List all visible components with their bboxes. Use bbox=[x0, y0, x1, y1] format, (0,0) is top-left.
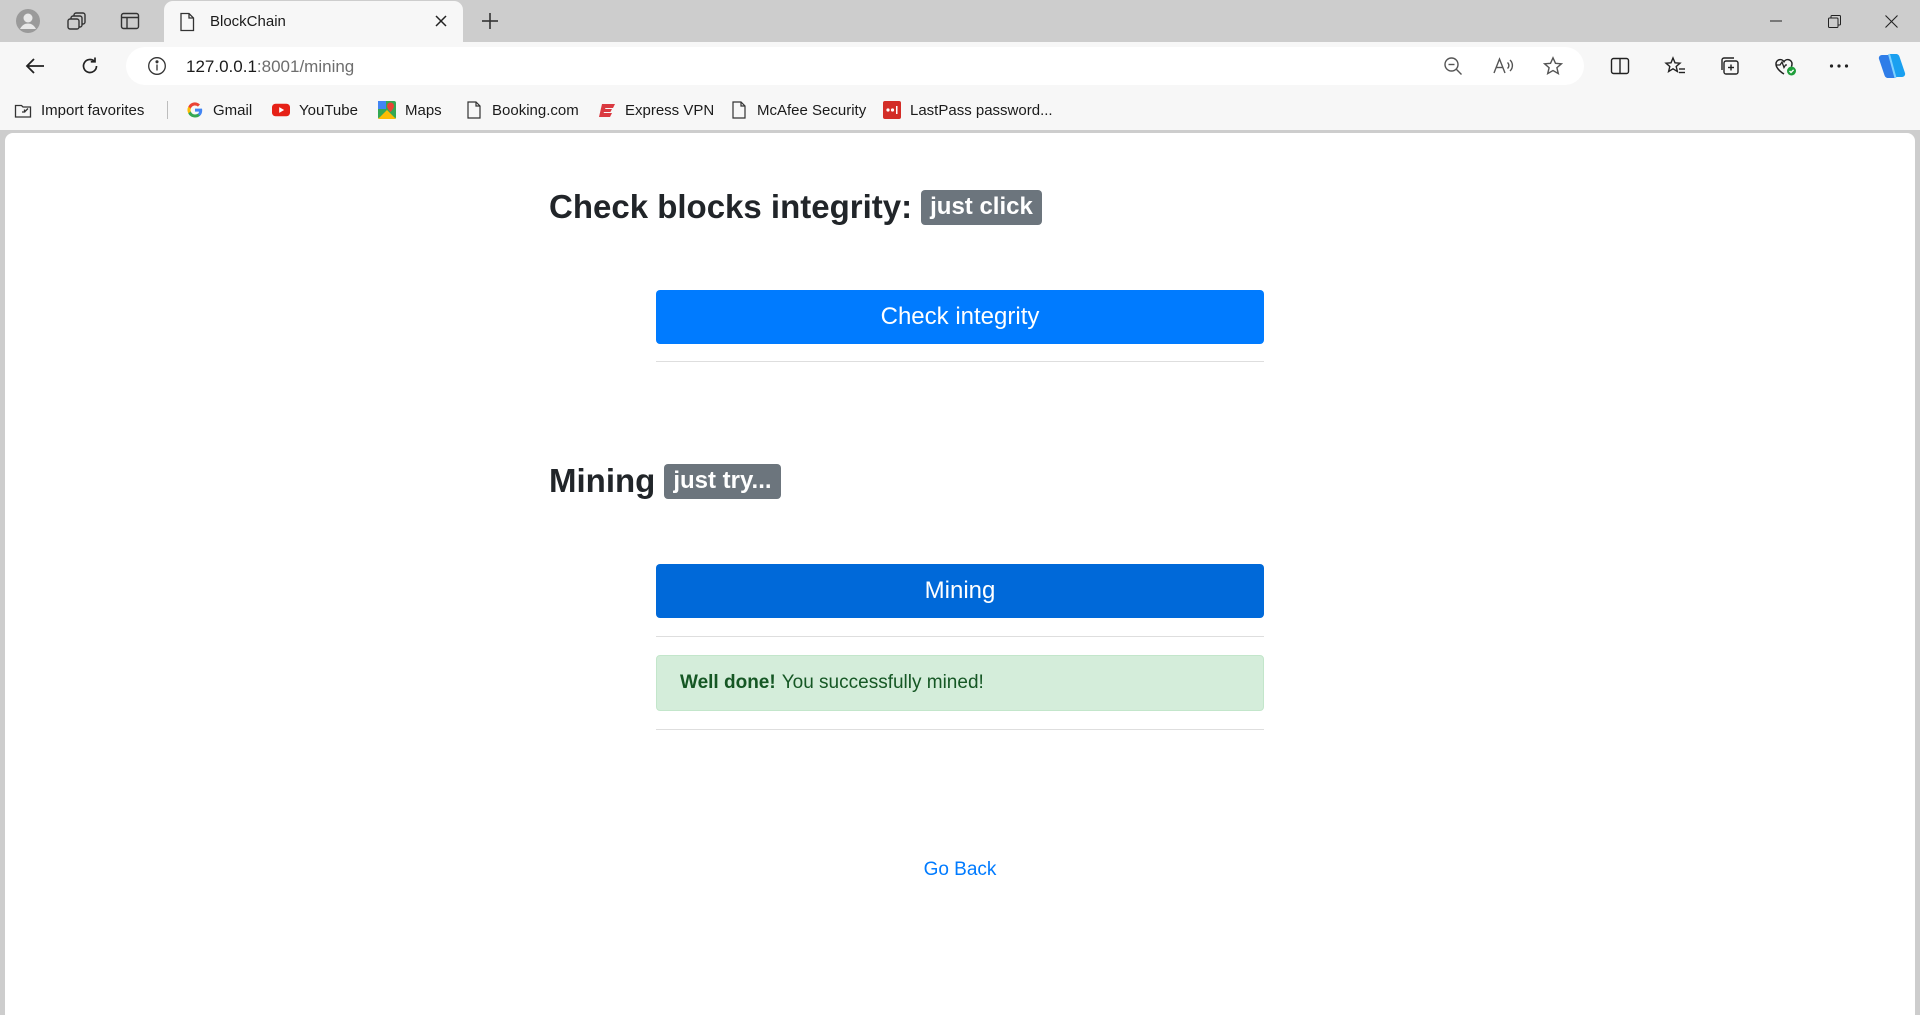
favorite-maps[interactable]: Maps bbox=[378, 100, 442, 120]
favorite-label: McAfee Security bbox=[757, 101, 867, 119]
divider bbox=[656, 636, 1264, 637]
favorites-separator bbox=[167, 101, 168, 119]
tab-title: BlockChain bbox=[210, 13, 286, 30]
profile-icon[interactable] bbox=[14, 8, 42, 34]
vertical-tabs-icon[interactable] bbox=[116, 8, 144, 34]
divider bbox=[656, 361, 1264, 362]
new-tab-button[interactable] bbox=[476, 8, 504, 34]
split-screen-icon[interactable] bbox=[1603, 50, 1637, 82]
import-icon bbox=[14, 101, 32, 119]
browser-essentials-icon[interactable] bbox=[1768, 50, 1802, 82]
back-button[interactable] bbox=[18, 50, 52, 82]
alert-message: You successfully mined! bbox=[781, 672, 984, 693]
read-aloud-icon[interactable] bbox=[1488, 53, 1518, 79]
divider bbox=[656, 729, 1264, 730]
navigation-toolbar: 127.0.0.1:8001/mining bbox=[0, 42, 1920, 90]
expressvpn-icon bbox=[598, 101, 616, 119]
address-bar[interactable]: 127.0.0.1:8001/mining bbox=[126, 47, 1584, 85]
favorite-import[interactable]: Import favorites bbox=[14, 100, 144, 120]
close-window-button[interactable] bbox=[1862, 0, 1920, 42]
integrity-badge: just click bbox=[921, 189, 1042, 225]
more-options-icon[interactable] bbox=[1822, 50, 1856, 82]
integrity-heading-text: Check blocks integrity: bbox=[549, 188, 913, 225]
mining-heading: Mining just try... bbox=[549, 462, 781, 500]
site-info-icon[interactable] bbox=[142, 53, 172, 79]
google-icon bbox=[186, 101, 204, 119]
favorite-expressvpn[interactable]: Express VPN bbox=[598, 100, 714, 120]
page-icon bbox=[465, 101, 483, 119]
collections-icon[interactable] bbox=[1713, 50, 1747, 82]
favorite-label: Import favorites bbox=[41, 101, 145, 119]
favorite-gmail[interactable]: Gmail bbox=[186, 100, 252, 120]
favorite-booking[interactable]: Booking.com bbox=[465, 100, 579, 120]
minimize-button[interactable] bbox=[1747, 0, 1805, 42]
mining-badge: just try... bbox=[664, 463, 781, 499]
page-viewport: Check blocks integrity: just click Check… bbox=[5, 133, 1915, 1015]
youtube-icon bbox=[272, 101, 290, 119]
favorites-bar: Import favorites Gmail YouTube Maps Book… bbox=[0, 90, 1920, 130]
url-text[interactable]: 127.0.0.1:8001/mining bbox=[186, 57, 354, 77]
workspaces-icon[interactable] bbox=[63, 8, 91, 34]
favorite-label: Maps bbox=[405, 101, 442, 119]
alert-strong-text: Well done! bbox=[680, 672, 776, 693]
mining-button[interactable]: Mining bbox=[656, 564, 1264, 618]
restore-button[interactable] bbox=[1805, 0, 1863, 42]
copilot-icon[interactable] bbox=[1875, 50, 1909, 82]
check-integrity-button[interactable]: Check integrity bbox=[656, 290, 1264, 344]
mining-heading-text: Mining bbox=[549, 462, 656, 499]
success-alert: Well done! You successfully mined! bbox=[656, 655, 1264, 711]
active-tab[interactable]: BlockChain bbox=[164, 1, 463, 42]
favorite-lastpass[interactable]: LastPass password... bbox=[883, 100, 1053, 120]
reload-button[interactable] bbox=[73, 50, 107, 82]
favorite-star-icon[interactable] bbox=[1538, 53, 1568, 79]
favorite-label: YouTube bbox=[299, 101, 358, 119]
favorite-youtube[interactable]: YouTube bbox=[272, 100, 358, 120]
integrity-heading: Check blocks integrity: just click bbox=[549, 188, 1042, 226]
favorite-label: Booking.com bbox=[492, 101, 579, 119]
page-icon bbox=[730, 101, 748, 119]
favorites-icon[interactable] bbox=[1658, 50, 1692, 82]
favorite-label: Express VPN bbox=[625, 101, 715, 119]
zoom-out-icon[interactable] bbox=[1438, 53, 1468, 79]
go-back-link[interactable]: Go Back bbox=[5, 859, 1915, 881]
tab-strip: BlockChain bbox=[0, 0, 1920, 42]
close-tab-icon[interactable] bbox=[431, 11, 451, 31]
favorite-label: LastPass password... bbox=[910, 101, 1053, 119]
lastpass-icon bbox=[883, 101, 901, 119]
favorite-label: Gmail bbox=[213, 101, 253, 119]
page-icon bbox=[179, 12, 195, 37]
maps-icon bbox=[378, 101, 396, 119]
favorite-mcafee[interactable]: McAfee Security bbox=[730, 100, 866, 120]
